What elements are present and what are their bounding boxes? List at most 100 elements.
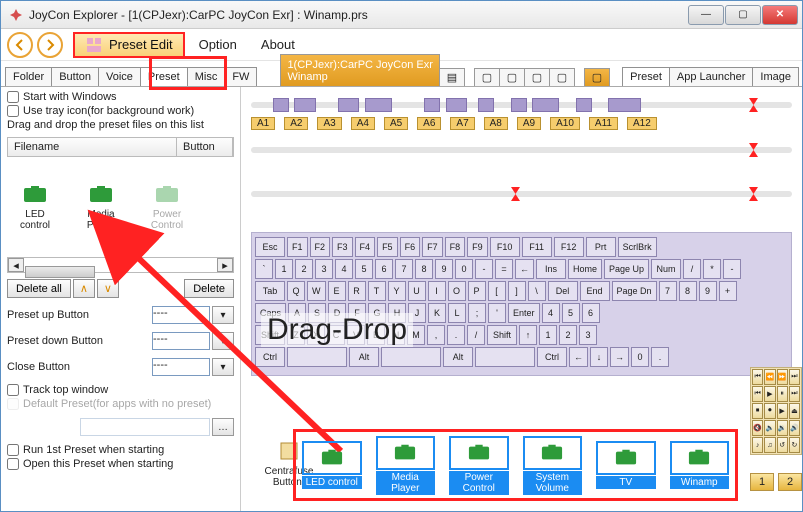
key-Tab[interactable]: Tab <box>255 281 285 301</box>
a-label[interactable]: A2 <box>284 117 308 130</box>
key-←[interactable]: ← <box>569 347 588 367</box>
key-F12[interactable]: F12 <box>554 237 584 257</box>
preset-edit-button[interactable]: Preset Edit <box>73 32 185 58</box>
red-marker-icon[interactable] <box>749 143 758 157</box>
key-9[interactable]: 9 <box>435 259 453 279</box>
filelist-item[interactable]: Power Control <box>141 183 193 231</box>
key-H[interactable]: H <box>388 303 406 323</box>
media-btn[interactable]: ↺ <box>777 437 788 453</box>
doc-tab-active[interactable]: ▢ <box>584 68 610 86</box>
key-2[interactable]: 2 <box>559 325 577 345</box>
key-Esc[interactable]: Esc <box>255 237 285 257</box>
workspace-2[interactable]: 2 <box>778 473 802 491</box>
media-btn[interactable]: 🔈 <box>764 420 775 436</box>
col-button[interactable]: Button <box>177 138 233 156</box>
key-Num[interactable]: Num <box>651 259 681 279</box>
key-R[interactable]: R <box>348 281 366 301</box>
key--[interactable]: - <box>723 259 741 279</box>
a-label[interactable]: A7 <box>450 117 474 130</box>
media-btn[interactable]: ⏪ <box>764 369 775 385</box>
key-*[interactable]: * <box>703 259 721 279</box>
key-B[interactable]: B <box>367 325 385 345</box>
key-Page Dn[interactable]: Page Dn <box>612 281 657 301</box>
key-Alt[interactable]: Alt <box>349 347 379 367</box>
key-W[interactable]: W <box>307 281 326 301</box>
key-T[interactable]: T <box>368 281 386 301</box>
key-F9[interactable]: F9 <box>467 237 488 257</box>
key-G[interactable]: G <box>368 303 386 323</box>
slider-row-3[interactable] <box>251 184 792 204</box>
key-,[interactable]: , <box>427 325 445 345</box>
bottom-preset-led-control[interactable]: LED control <box>302 441 362 489</box>
key-P[interactable]: P <box>468 281 486 301</box>
key-F11[interactable]: F11 <box>522 237 552 257</box>
scroll-thumb[interactable] <box>25 266 95 278</box>
key-V[interactable]: V <box>347 325 365 345</box>
key-F3[interactable]: F3 <box>332 237 353 257</box>
key-→[interactable]: → <box>610 347 629 367</box>
nav-back-button[interactable] <box>7 32 33 58</box>
key-F1[interactable]: F1 <box>287 237 308 257</box>
right-tab-preset[interactable]: Preset <box>622 67 670 86</box>
key-9[interactable]: 9 <box>699 281 717 301</box>
a-label[interactable]: A4 <box>351 117 375 130</box>
key-6[interactable]: 6 <box>375 259 393 279</box>
move-up-button[interactable]: ∧ <box>73 279 95 298</box>
delete-all-button[interactable]: Delete all <box>7 279 71 298</box>
key-space[interactable] <box>381 347 441 367</box>
left-tab-preset[interactable]: Preset <box>140 67 188 86</box>
key-[[interactable]: [ <box>488 281 506 301</box>
key-8[interactable]: 8 <box>415 259 433 279</box>
workspace-1[interactable]: 1 <box>750 473 774 491</box>
key-F5[interactable]: F5 <box>377 237 398 257</box>
key-F2[interactable]: F2 <box>310 237 331 257</box>
key-4[interactable]: 4 <box>542 303 560 323</box>
file-list[interactable]: LED controlMedia PlayerPower Control <box>7 159 234 255</box>
doc-tab-2[interactable]: ▢ <box>499 68 525 86</box>
menu-option[interactable]: Option <box>189 37 247 52</box>
key-/[interactable]: / <box>467 325 485 345</box>
key-F7[interactable]: F7 <box>422 237 443 257</box>
key-/[interactable]: / <box>683 259 701 279</box>
key-.[interactable]: . <box>447 325 465 345</box>
preset-up-combo[interactable]: ---- <box>152 306 210 324</box>
key-Alt[interactable]: Alt <box>443 347 473 367</box>
key-Ins[interactable]: Ins <box>536 259 566 279</box>
key-space[interactable] <box>475 347 535 367</box>
doc-tab-4[interactable]: ▢ <box>549 68 575 86</box>
minimize-button[interactable]: — <box>688 5 724 25</box>
col-filename[interactable]: Filename <box>8 138 177 156</box>
key-Z[interactable]: Z <box>287 325 305 345</box>
left-tab-folder[interactable]: Folder <box>5 67 52 86</box>
key-Ctrl[interactable]: Ctrl <box>537 347 567 367</box>
chk-track-top[interactable]: Track top window <box>7 384 234 396</box>
key-5[interactable]: 5 <box>355 259 373 279</box>
key-K[interactable]: K <box>428 303 446 323</box>
bottom-preset-winamp[interactable]: Winamp <box>670 441 730 489</box>
media-btn[interactable]: ⏹ <box>752 403 763 419</box>
media-btn[interactable]: ⏩ <box>777 369 788 385</box>
key-+[interactable]: + <box>719 281 737 301</box>
doc-tab-1[interactable]: ▢ <box>474 68 500 86</box>
default-preset-browse[interactable]: … <box>212 418 234 436</box>
key-;[interactable]: ; <box>468 303 486 323</box>
delete-button[interactable]: Delete <box>184 279 234 298</box>
key-4[interactable]: 4 <box>335 259 353 279</box>
right-tab-app-launcher[interactable]: App Launcher <box>669 67 754 86</box>
bottom-preset-system-volume[interactable]: System Volume <box>523 436 583 495</box>
key-Caps[interactable]: Caps <box>255 303 286 323</box>
key-3[interactable]: 3 <box>579 325 597 345</box>
key-F10[interactable]: F10 <box>490 237 520 257</box>
a-label[interactable]: A10 <box>550 117 580 130</box>
menu-about[interactable]: About <box>251 37 305 52</box>
close-button-combo[interactable]: ---- <box>152 358 210 376</box>
media-btn[interactable]: ⏸ <box>777 386 788 402</box>
media-btn[interactable]: ⏮ <box>752 369 763 385</box>
media-btn[interactable]: ♫ <box>764 437 775 453</box>
key-Q[interactable]: Q <box>287 281 305 301</box>
key-Shift[interactable]: Shift <box>487 325 517 345</box>
a-label[interactable]: A9 <box>517 117 541 130</box>
key-N[interactable]: N <box>387 325 405 345</box>
media-btn[interactable]: ⏏ <box>789 403 800 419</box>
media-btn[interactable]: ↻ <box>789 437 800 453</box>
